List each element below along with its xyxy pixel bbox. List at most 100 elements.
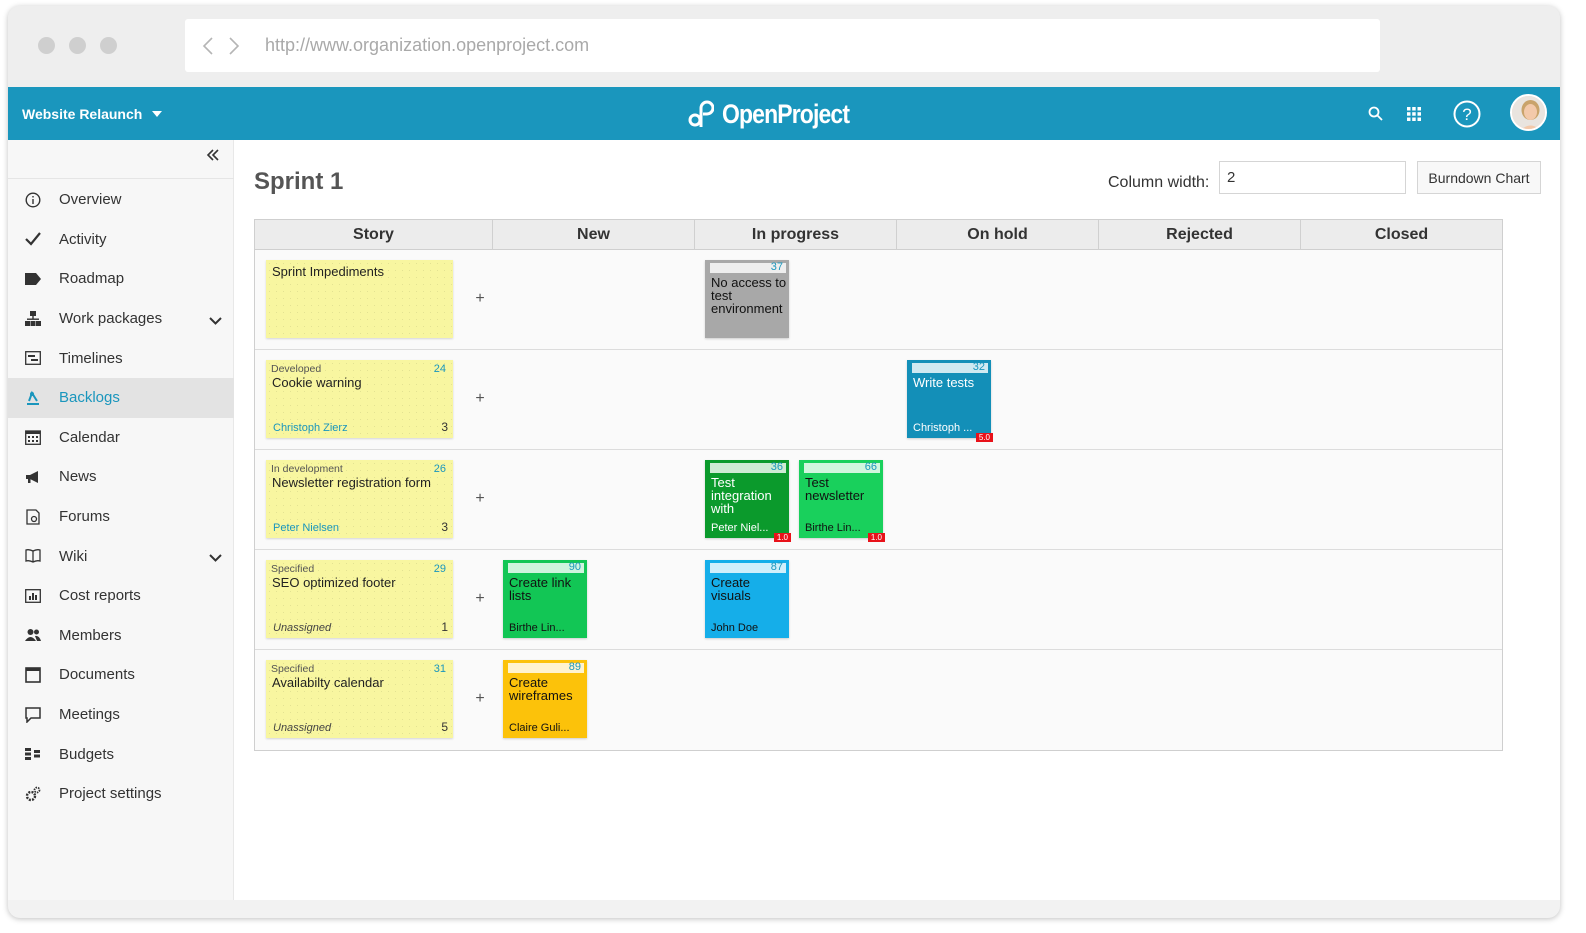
task-id[interactable]: 32 (973, 361, 985, 373)
collapse-sidebar-icon[interactable] (206, 148, 222, 164)
chevron-down-icon[interactable] (209, 312, 222, 329)
url-text[interactable]: http://www.organization.openproject.com (265, 35, 589, 56)
sidebar-item-project-settings[interactable]: Project settings (8, 774, 234, 814)
task-card-write-tests[interactable]: 32 Write tests Christoph ... 5.0 (907, 360, 993, 442)
story-card[interactable]: Developed 24 Cookie warning Christoph Zierz… (266, 360, 453, 438)
project-sidebar: Overview Activity Roadmap Work packages … (8, 140, 234, 900)
help-icon[interactable]: ? (1452, 87, 1482, 140)
task-title: Create visuals (711, 575, 751, 603)
timeline-icon (24, 349, 42, 367)
sidebar-item-label: Budgets (59, 745, 115, 763)
story-row: Sprint Impediments +37 No access to test e… (255, 250, 1502, 350)
sidebar-divider (8, 178, 234, 179)
modules-grid-icon[interactable] (1404, 87, 1424, 140)
sidebar-item-roadmap[interactable]: Roadmap (8, 259, 234, 299)
task-assignee: Peter Niel... (711, 522, 769, 534)
story-row: Specified 29 SEO optimized footer Unassigne… (255, 550, 1502, 650)
budget-icon (24, 745, 42, 763)
story-status: In development (271, 463, 343, 475)
meeting-icon (24, 706, 42, 724)
story-id[interactable]: 26 (434, 463, 446, 475)
sidebar-item-label: Work packages (59, 310, 163, 328)
story-assignee[interactable]: Unassigned (273, 622, 331, 634)
cost-report-icon (24, 587, 42, 605)
task-card-create-link-lists[interactable]: 90 Create link lists Birthe Lin... (503, 560, 587, 638)
story-card[interactable]: Sprint Impediments (266, 260, 453, 338)
project-selector[interactable]: Website Relaunch (22, 87, 163, 140)
logo-text: OpenProject (722, 98, 850, 129)
task-id[interactable]: 37 (771, 261, 783, 273)
window-maximize-dot[interactable] (100, 37, 117, 54)
sidebar-item-wiki[interactable]: Wiki (8, 536, 234, 576)
sidebar-item-budgets[interactable]: Budgets (8, 734, 234, 774)
story-points: 3 (441, 520, 448, 534)
window-close-dot[interactable] (38, 37, 55, 54)
task-remaining-hours: 5.0 (975, 433, 993, 442)
sidebar-item-members[interactable]: Members (8, 616, 234, 656)
add-task-button[interactable]: + (474, 690, 486, 708)
column-header-in-progress: In progress (695, 220, 897, 250)
story-id[interactable]: 29 (434, 563, 446, 575)
sidebar-item-calendar[interactable]: Calendar (8, 418, 234, 458)
story-points: 1 (441, 620, 448, 634)
search-icon[interactable] (1365, 87, 1385, 140)
backlogs-icon (24, 389, 42, 407)
taskboard-header: Story New In progress On hold Rejected C… (255, 220, 1502, 250)
sidebar-item-overview[interactable]: Overview (8, 180, 234, 220)
sidebar-item-label: Forums (59, 508, 110, 526)
task-card-create-visuals[interactable]: 87 Create visuals John Doe (705, 560, 789, 638)
column-width-input[interactable] (1219, 161, 1406, 194)
task-assignee: John Doe (711, 622, 759, 634)
sidebar-item-documents[interactable]: Documents (8, 655, 234, 695)
story-assignee[interactable]: Peter Nielsen (273, 522, 339, 534)
task-card-test-integration-with[interactable]: 36 Test integration with Peter Niel... 1.0 (705, 460, 791, 542)
sidebar-item-cost-reports[interactable]: Cost reports (8, 576, 234, 616)
story-assignee[interactable]: Christoph Zierz (273, 422, 348, 434)
sidebar-item-forums[interactable]: Forums (8, 497, 234, 537)
task-id[interactable]: 90 (569, 561, 581, 573)
story-card[interactable]: In development 26 Newsletter registration … (266, 460, 453, 538)
task-id[interactable]: 36 (771, 461, 783, 473)
task-id[interactable]: 87 (771, 561, 783, 573)
story-card[interactable]: Specified 31 Availabilty calendar Unassigne… (266, 660, 453, 738)
add-task-button[interactable]: + (474, 290, 486, 308)
task-card-create-wireframes[interactable]: 89 Create wireframes Claire Guli... (503, 660, 587, 738)
sidebar-item-timelines[interactable]: Timelines (8, 338, 234, 378)
task-assignee: Christoph ... (913, 422, 973, 434)
document-icon (24, 666, 42, 684)
book-icon (24, 547, 42, 565)
forward-arrow-icon[interactable] (223, 31, 245, 61)
sidebar-item-backlogs[interactable]: Backlogs (8, 377, 234, 418)
sidebar-item-meetings[interactable]: Meetings (8, 695, 234, 735)
story-assignee[interactable]: Unassigned (273, 722, 331, 734)
sidebar-item-news[interactable]: News (8, 457, 234, 497)
chevron-down-icon[interactable] (209, 549, 222, 566)
info-icon (24, 191, 42, 209)
burndown-chart-button[interactable]: Burndown Chart (1417, 161, 1541, 194)
story-id[interactable]: 31 (434, 663, 446, 675)
story-id[interactable]: 24 (434, 363, 446, 375)
add-task-button[interactable]: + (474, 590, 486, 608)
address-bar[interactable]: http://www.organization.openproject.com (185, 19, 1380, 72)
sidebar-item-activity[interactable]: Activity (8, 220, 234, 260)
task-card-test-newsletter[interactable]: 66 Test newsletter Birthe Lin... 1.0 (799, 460, 885, 542)
add-task-button[interactable]: + (474, 390, 486, 408)
sidebar-item-work-packages[interactable]: Work packages (8, 299, 234, 339)
app-header: Website Relaunch OpenProject ? (8, 87, 1560, 140)
back-arrow-icon[interactable] (197, 31, 219, 61)
taskboard: Story New In progress On hold Rejected C… (254, 219, 1503, 751)
task-id[interactable]: 66 (865, 461, 877, 473)
user-avatar[interactable] (1510, 94, 1547, 131)
logo-mark-icon (688, 100, 714, 127)
story-card[interactable]: Specified 29 SEO optimized footer Unassigne… (266, 560, 453, 638)
story-status: Specified (271, 663, 315, 675)
window-minimize-dot[interactable] (69, 37, 86, 54)
story-status: Developed (271, 363, 322, 375)
task-id[interactable]: 89 (569, 661, 581, 673)
column-header-rejected: Rejected (1099, 220, 1301, 250)
story-title: SEO optimized footer (272, 575, 396, 590)
add-task-button[interactable]: + (474, 490, 486, 508)
sidebar-item-label: Cost reports (59, 587, 141, 605)
task-card-no-access-to-test-environment[interactable]: 37 No access to test environment (705, 260, 789, 338)
openproject-logo[interactable]: OpenProject (688, 96, 872, 132)
